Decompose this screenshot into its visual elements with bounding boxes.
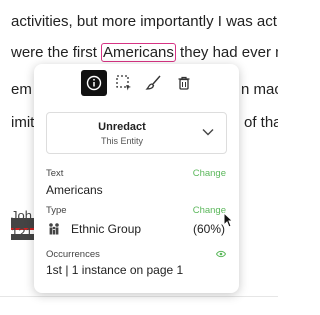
document-line: were the first Americans they had ever m [11,43,278,62]
confidence-value: (60%) [192,222,225,236]
entity-popup: Unredact This Entity Text Change America… [34,64,239,293]
change-text-link[interactable]: Change [193,168,226,179]
text-label: Text [46,168,64,179]
document-line: em [11,81,32,98]
divider [0,296,278,297]
area-select-icon[interactable] [111,70,137,96]
text-segment: imit [11,114,35,131]
text-segment: activities, but more importantly I was a… [11,13,277,30]
popup-toolbar [81,68,197,98]
document-line: of tha [244,114,278,131]
occurrences-label: Occurrences [46,249,100,260]
text-segment: they had ever m [175,44,278,61]
unredact-dropdown[interactable]: Unredact This Entity [46,112,227,154]
text-segment: were the first [11,44,102,61]
type-value: Ethnic Group [71,222,142,236]
document-line: imit [11,114,34,131]
chevron-down-icon [202,129,214,136]
mouse-cursor-icon [223,212,233,228]
document-line: activities, but more importantly I was a… [11,13,277,30]
info-icon[interactable] [81,70,107,96]
unredact-sublabel: This Entity [100,136,143,146]
highlighted-entity[interactable]: Americans [101,43,176,62]
change-type-link[interactable]: Change [193,205,226,216]
text-segment: of tha [244,114,278,131]
document-line: n mac [241,81,278,98]
type-label: Type [46,205,67,216]
text-segment: em [11,81,32,98]
group-icon [49,223,59,235]
unredact-label: Unredact [98,121,146,133]
eye-icon[interactable] [216,250,226,258]
trash-icon[interactable] [171,70,197,96]
occurrences-value: 1st | 1 instance on page 1 [46,263,184,277]
text-value: Americans [46,183,103,197]
text-segment: n mac [241,81,278,98]
brush-icon[interactable] [141,70,167,96]
